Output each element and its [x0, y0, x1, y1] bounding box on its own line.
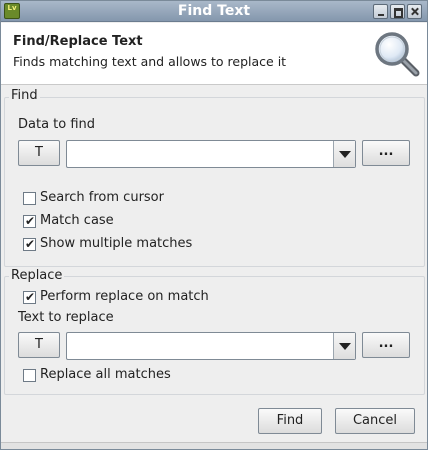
- replace-type-button[interactable]: T: [18, 332, 60, 358]
- check-mark-icon: ✔: [25, 290, 36, 304]
- replace-legend: Replace: [9, 268, 65, 283]
- window-bottom-edge: [1, 442, 427, 449]
- text-to-replace-label: Text to replace: [18, 310, 114, 325]
- match-case-label: Match case: [40, 213, 114, 228]
- replace-all-label: Replace all matches: [40, 367, 171, 382]
- search-from-cursor-label: Search from cursor: [40, 190, 164, 205]
- maximize-icon[interactable]: [390, 4, 405, 19]
- data-to-find-label: Data to find: [18, 117, 96, 132]
- match-case-box[interactable]: ✔: [23, 214, 36, 228]
- search-from-cursor-box[interactable]: [23, 192, 36, 205]
- title-bar[interactable]: Lv Find Text: [1, 1, 427, 22]
- cancel-button[interactable]: Cancel: [335, 408, 415, 434]
- window-title: Find Text: [177, 3, 251, 19]
- replace-all-box[interactable]: [23, 369, 36, 382]
- replace-input[interactable]: [71, 338, 329, 354]
- find-type-button[interactable]: T: [18, 140, 60, 166]
- find-legend: Find: [9, 88, 40, 103]
- find-more-button[interactable]: ...: [362, 140, 410, 166]
- replace-more-button[interactable]: ...: [362, 332, 410, 358]
- dialog-header: Find/Replace Text Finds matching text an…: [1, 23, 427, 85]
- find-text-dialog: Lv Find Text Find/Replace Text Finds mat…: [0, 0, 428, 450]
- show-multiple-matches-label: Show multiple matches: [40, 236, 193, 251]
- perform-replace-box[interactable]: ✔: [23, 290, 36, 304]
- find-input[interactable]: [71, 146, 329, 162]
- perform-replace-label: Perform replace on match: [40, 289, 209, 304]
- header-description: Finds matching text and allows to replac…: [13, 54, 287, 69]
- replace-dropdown-arrow-icon[interactable]: [333, 333, 355, 359]
- magnifier-icon: [375, 32, 420, 77]
- find-dropdown-arrow-icon[interactable]: [333, 141, 355, 167]
- replace-combo[interactable]: [66, 332, 356, 360]
- header-title: Find/Replace Text: [13, 34, 143, 49]
- check-mark-icon: ✔: [25, 214, 36, 228]
- check-mark-icon: ✔: [25, 237, 36, 251]
- show-multiple-matches-box[interactable]: ✔: [23, 237, 36, 251]
- find-button[interactable]: Find: [258, 408, 322, 434]
- close-icon[interactable]: [407, 4, 422, 19]
- minimize-icon[interactable]: [373, 4, 388, 19]
- find-combo[interactable]: [66, 140, 356, 168]
